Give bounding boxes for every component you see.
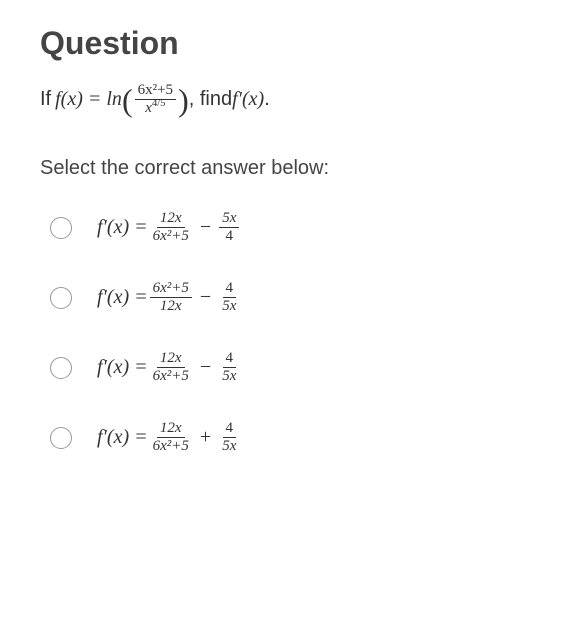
option-expression: f′(x) = 12x 6x²+5 + 4 5x [97,420,241,455]
option-term2: 5x 4 [219,210,239,245]
problem-statement: If f(x) = ln ( 6x²+5 x4/5 ) , find f′(x)… [40,82,535,117]
option-3[interactable]: f′(x) = 12x 6x²+5 − 4 5x [50,350,535,385]
operator: − [200,286,211,309]
operator: + [200,426,211,449]
option-lhs: f′(x) = [97,286,148,309]
option-lhs: f′(x) = [97,426,148,449]
problem-find-expr: f′(x) [232,88,264,111]
radio-button[interactable] [50,427,72,449]
term2-num: 4 [223,420,237,438]
frac-den-exp: 4/5 [152,98,165,109]
term1-den: 12x [157,298,185,315]
paren-open: ( [122,84,133,116]
option-term1: 12x 6x²+5 [150,350,192,385]
frac-den-base: x [145,100,152,116]
option-lhs: f′(x) = [97,216,148,239]
option-term2: 4 5x [219,350,239,385]
radio-button[interactable] [50,217,72,239]
problem-suffix: , find [189,88,232,111]
operator: − [200,216,211,239]
question-title: Question [40,25,535,62]
term2-den: 5x [219,298,239,315]
operator: − [200,356,211,379]
option-expression: f′(x) = 12x 6x²+5 − 5x 4 [97,210,241,245]
term1-den: 6x²+5 [150,438,192,455]
option-lhs: f′(x) = [97,356,148,379]
term2-den: 5x [219,368,239,385]
problem-func-lhs: f(x) = ln [55,88,122,111]
problem-prefix: If [40,88,51,111]
term1-den: 6x²+5 [150,228,192,245]
radio-button[interactable] [50,357,72,379]
term2-num: 4 [223,280,237,298]
term2-num: 4 [223,350,237,368]
problem-end: . [264,88,270,111]
options-list: f′(x) = 12x 6x²+5 − 5x 4 f′(x) = 6x²+5 1… [40,210,535,455]
term1-num: 12x [157,350,185,368]
problem-fraction: 6x²+5 x4/5 [135,82,176,117]
problem-frac-den: x4/5 [142,100,168,117]
term2-den: 5x [219,438,239,455]
option-2[interactable]: f′(x) = 6x²+5 12x − 4 5x [50,280,535,315]
option-expression: f′(x) = 6x²+5 12x − 4 5x [97,280,241,315]
paren-close: ) [178,84,189,116]
option-term2: 4 5x [219,280,239,315]
term1-num: 12x [157,420,185,438]
option-term2: 4 5x [219,420,239,455]
option-1[interactable]: f′(x) = 12x 6x²+5 − 5x 4 [50,210,535,245]
term1-num: 12x [157,210,185,228]
option-term1: 6x²+5 12x [150,280,192,315]
option-expression: f′(x) = 12x 6x²+5 − 4 5x [97,350,241,385]
option-term1: 12x 6x²+5 [150,420,192,455]
term1-den: 6x²+5 [150,368,192,385]
radio-button[interactable] [50,287,72,309]
term1-num: 6x²+5 [150,280,192,298]
select-instruction: Select the correct answer below: [40,157,535,180]
term2-den: 4 [223,228,237,245]
option-term1: 12x 6x²+5 [150,210,192,245]
term2-num: 5x [219,210,239,228]
option-4[interactable]: f′(x) = 12x 6x²+5 + 4 5x [50,420,535,455]
